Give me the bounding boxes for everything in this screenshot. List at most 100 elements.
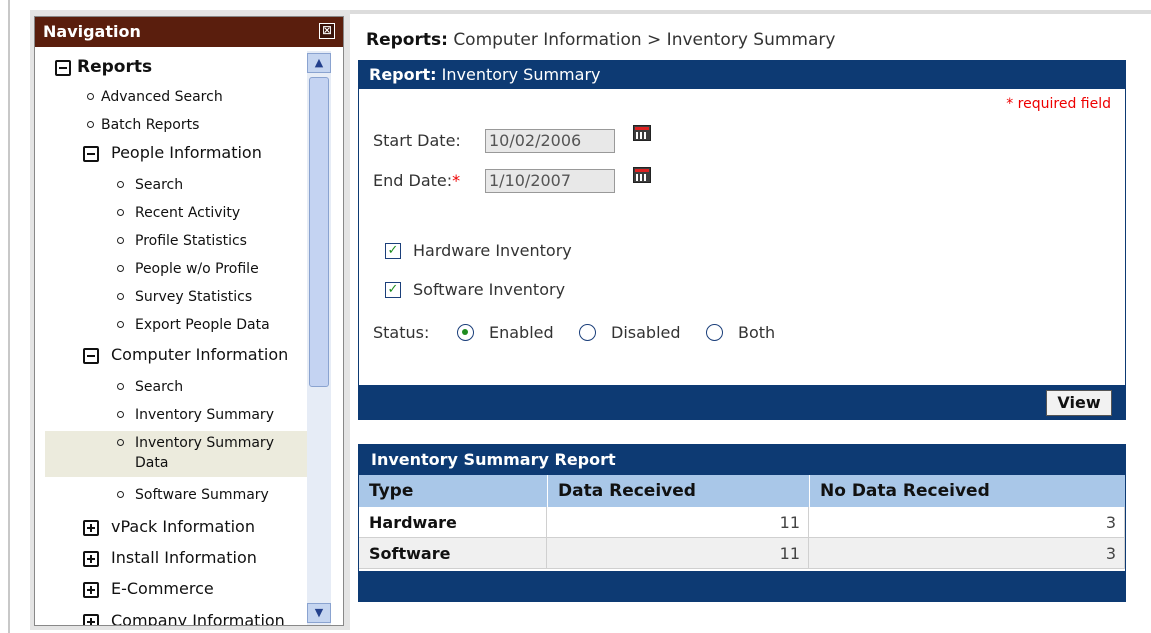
tree-item-label: Company Information [111,611,285,625]
table-cell-no-data-received: 3 [809,507,1125,538]
tree-item-inventory-summary[interactable]: Inventory Summary [35,407,307,429]
bullet-icon [117,411,124,418]
collapse-icon[interactable] [83,348,99,364]
tree-item-label: Advanced Search [101,89,223,105]
tree-item-label: Export People Data [135,317,270,333]
tree-item-label: Reports [77,57,153,77]
expand-icon[interactable] [83,551,99,567]
tree-item-batch-reports[interactable]: Batch Reports [35,117,307,139]
software-inventory-label: Software Inventory [413,280,566,299]
bullet-icon [117,321,124,328]
tree-item-inventory-summary-data[interactable]: Inventory Summary Data [35,435,307,479]
required-field-note: * required field [1006,96,1111,112]
report-form-panel: Report: Inventory Summary * required fie… [358,60,1126,420]
end-date-input[interactable]: 1/10/2007 [485,169,615,193]
bullet-icon [117,181,124,188]
view-button[interactable]: View [1046,390,1112,416]
table-cell-data-received: 11 [547,538,809,569]
tree-item-computer-search[interactable]: Search [35,379,307,401]
bullet-icon [117,209,124,216]
status-disabled-label: Disabled [611,323,681,342]
navigation-header: Navigation ⊠ [35,17,343,47]
breadcrumb: Reports: Computer Information > Inventor… [366,30,835,50]
bullet-icon [87,121,94,128]
scrollbar-thumb[interactable] [309,77,329,387]
tree-item-label: E-Commerce [111,579,214,598]
tree-item-software-summary[interactable]: Software Summary [35,487,307,509]
calendar-icon[interactable] [633,167,651,183]
tree-item-label: People w/o Profile [135,261,259,277]
report-header-title: Inventory Summary [441,65,601,84]
report-header-prefix: Report: [369,65,437,84]
navigation-panel: Navigation ⊠ Reports Advanced Search Bat… [34,16,344,626]
report-table-title: Inventory Summary Report [359,445,1125,475]
calendar-icon[interactable] [633,125,651,141]
report-form-header: Report: Inventory Summary [359,61,1125,89]
tree-item-people-search[interactable]: Search [35,177,307,199]
report-form-footer: View [359,385,1125,419]
status-disabled-radio[interactable] [579,324,596,341]
tree-item-label: Search [135,177,184,193]
status-label: Status: [373,323,430,342]
tree-item-advanced-search[interactable]: Advanced Search [35,89,307,111]
bullet-icon [87,93,94,100]
window-left-border [8,0,10,633]
navigation-title: Navigation [43,22,141,41]
expand-icon[interactable] [83,520,99,536]
tree-item-label: Batch Reports [101,117,200,133]
tree-item-vpack-information[interactable]: vPack Information [35,517,307,541]
tree-item-profile-statistics[interactable]: Profile Statistics [35,233,307,255]
tree-item-label: Search [135,379,184,395]
tree-item-company-information[interactable]: Company Information [35,611,307,625]
tree-item-label: Computer Information [111,345,289,364]
chevron-up-icon[interactable]: ▲ [307,53,331,73]
bullet-icon [117,491,124,498]
tree-item-people-information[interactable]: People Information [35,143,307,167]
bullet-icon [117,383,124,390]
tree-item-survey-statistics[interactable]: Survey Statistics [35,289,307,311]
chevron-down-icon[interactable]: ▼ [307,603,331,623]
tree-item-recent-activity[interactable]: Recent Activity [35,205,307,227]
column-header-data-received: Data Received [547,475,809,507]
table-cell-type: Hardware [359,507,547,538]
tree-item-e-commerce[interactable]: E-Commerce [35,579,307,603]
bullet-icon [117,293,124,300]
tree-item-install-information[interactable]: Install Information [35,548,307,572]
expand-icon[interactable] [83,582,99,598]
start-date-input[interactable]: 10/02/2006 [485,129,615,153]
status-enabled-radio[interactable] [457,324,474,341]
tree-item-label: vPack Information [111,517,255,536]
tree-item-people-without-profile[interactable]: People w/o Profile [35,261,307,283]
status-both-label: Both [738,323,776,342]
tree-item-label: Profile Statistics [135,233,247,249]
tree-item-computer-information[interactable]: Computer Information [35,345,307,369]
tree-item-reports[interactable]: Reports [35,57,307,81]
table-cell-no-data-received: 3 [809,538,1125,569]
bullet-icon [117,237,124,244]
hardware-inventory-checkbox[interactable]: ✓ [385,243,401,259]
end-date-label: End Date:* [373,171,460,190]
inventory-summary-report: Inventory Summary Report Type Data Recei… [358,444,1126,602]
software-inventory-checkbox[interactable]: ✓ [385,282,401,298]
expand-icon[interactable] [83,614,99,625]
column-header-type: Type [359,475,547,507]
report-table-footer [359,571,1125,601]
tree-item-label: Inventory Summary [135,407,274,423]
collapse-icon[interactable] [55,60,71,76]
bullet-icon [117,439,124,446]
table-cell-type: Software [359,538,547,569]
tree-item-label: Software Summary [135,487,269,503]
tree-item-label: Inventory Summary [135,435,274,451]
close-icon[interactable]: ⊠ [319,23,335,39]
window-top-border [342,10,1151,14]
end-date-label-text: End Date: [373,171,453,190]
hardware-inventory-label: Hardware Inventory [413,241,572,260]
breadcrumb-path: Computer Information > Inventory Summary [453,30,836,50]
status-both-radio[interactable] [706,324,723,341]
tree-item-label-line2: Data [135,455,169,471]
tree-item-label: Recent Activity [135,205,241,221]
tree-item-label: People Information [111,143,262,162]
collapse-icon[interactable] [83,146,99,162]
tree-item-label: Install Information [111,548,257,567]
tree-item-export-people-data[interactable]: Export People Data [35,317,307,339]
